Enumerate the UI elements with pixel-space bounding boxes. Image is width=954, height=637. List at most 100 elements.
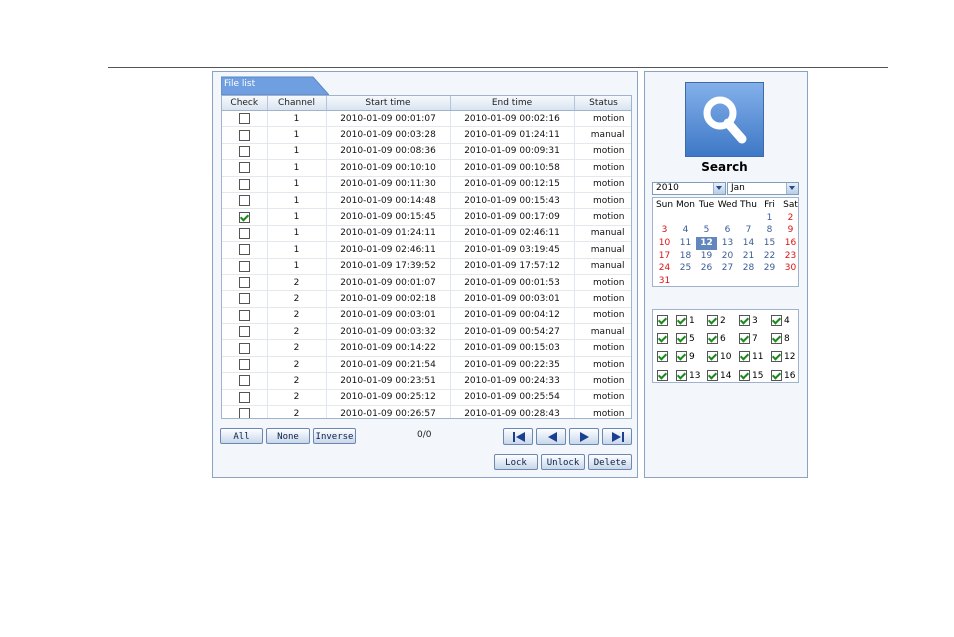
calendar-day[interactable]: 4 bbox=[675, 224, 696, 237]
table-row[interactable]: 2 2010-01-09 00:01:07 2010-01-09 00:01:53 m… bbox=[222, 274, 631, 292]
column-header[interactable]: Channel bbox=[267, 96, 327, 111]
calendar-day[interactable]: 6 bbox=[717, 224, 738, 237]
channel-4-checkbox[interactable]: 4 bbox=[771, 315, 790, 326]
checkbox[interactable] bbox=[739, 333, 750, 344]
row-checkbox[interactable] bbox=[238, 145, 250, 157]
first-page-button[interactable] bbox=[503, 428, 533, 445]
next-page-button[interactable] bbox=[569, 428, 599, 445]
calendar-day[interactable]: 26 bbox=[696, 262, 717, 275]
row-select-all-checkbox[interactable] bbox=[657, 315, 670, 326]
table-row[interactable]: 2 2010-01-09 00:26:57 2010-01-09 00:28:43 m… bbox=[222, 405, 631, 418]
month-select[interactable]: Jan bbox=[727, 182, 799, 195]
calendar-day[interactable]: 19 bbox=[696, 250, 717, 263]
row-select-all-checkbox[interactable] bbox=[657, 333, 670, 344]
calendar-day[interactable]: 12 bbox=[696, 237, 717, 250]
row-select-all-checkbox[interactable] bbox=[657, 370, 670, 381]
row-checkbox[interactable] bbox=[238, 162, 250, 174]
row-checkbox[interactable] bbox=[238, 309, 250, 321]
channel-12-checkbox[interactable]: 12 bbox=[771, 351, 795, 362]
table-row[interactable]: 1 2010-01-09 00:11:30 2010-01-09 00:12:15 m… bbox=[222, 176, 631, 193]
calendar-day[interactable]: 24 bbox=[654, 262, 675, 275]
calendar-day[interactable]: 10 bbox=[654, 237, 675, 250]
row-checkbox[interactable] bbox=[238, 277, 250, 289]
row-checkbox[interactable] bbox=[238, 293, 250, 305]
checkbox[interactable] bbox=[771, 315, 782, 326]
calendar-day[interactable]: 14 bbox=[738, 237, 759, 250]
table-row[interactable]: 1 2010-01-09 01:24:11 2010-01-09 02:46:11 m… bbox=[222, 225, 631, 243]
calendar-day[interactable]: 3 bbox=[654, 224, 675, 237]
table-row[interactable]: 1 2010-01-09 02:46:11 2010-01-09 03:19:45 m… bbox=[222, 241, 631, 259]
table-row[interactable]: 1 2010-01-09 00:03:28 2010-01-09 01:24:11 m… bbox=[222, 126, 631, 144]
calendar-day[interactable]: 22 bbox=[759, 250, 780, 263]
channel-6-checkbox[interactable]: 6 bbox=[707, 333, 726, 344]
calendar-day[interactable]: 17 bbox=[654, 250, 675, 263]
channel-5-checkbox[interactable]: 5 bbox=[676, 333, 695, 344]
column-header[interactable]: Start time bbox=[326, 96, 451, 111]
calendar-day[interactable]: 9 bbox=[780, 224, 801, 237]
checkbox[interactable] bbox=[707, 370, 718, 381]
table-row[interactable]: 2 2010-01-09 00:03:01 2010-01-09 00:04:12 m… bbox=[222, 307, 631, 325]
checkbox[interactable] bbox=[739, 315, 750, 326]
unlock-button[interactable]: Unlock bbox=[541, 454, 585, 470]
row-checkbox[interactable] bbox=[238, 342, 250, 354]
checkbox[interactable] bbox=[657, 315, 668, 326]
calendar-day[interactable]: 18 bbox=[675, 250, 696, 263]
table-row[interactable]: 2 2010-01-09 00:14:22 2010-01-09 00:15:03 m… bbox=[222, 339, 631, 357]
table-row[interactable]: 2 2010-01-09 00:02:18 2010-01-09 00:03:01 m… bbox=[222, 290, 631, 308]
checkbox[interactable] bbox=[676, 370, 687, 381]
calendar-day[interactable]: 21 bbox=[738, 250, 759, 263]
calendar-day[interactable]: 8 bbox=[759, 224, 780, 237]
calendar-day[interactable]: 20 bbox=[717, 250, 738, 263]
row-checkbox[interactable] bbox=[238, 195, 250, 207]
select-none-button[interactable]: None bbox=[266, 428, 310, 444]
channel-7-checkbox[interactable]: 7 bbox=[739, 333, 758, 344]
table-row[interactable]: 1 2010-01-09 00:15:45 2010-01-09 00:17:09 m… bbox=[222, 208, 631, 226]
calendar-day[interactable]: 28 bbox=[738, 262, 759, 275]
table-row[interactable]: 1 2010-01-09 00:10:10 2010-01-09 00:10:58 m… bbox=[222, 159, 631, 177]
column-header[interactable]: Check bbox=[222, 96, 268, 111]
checkbox[interactable] bbox=[739, 351, 750, 362]
channel-16-checkbox[interactable]: 16 bbox=[771, 370, 795, 381]
row-checkbox[interactable] bbox=[238, 326, 250, 338]
checkbox[interactable] bbox=[676, 333, 687, 344]
channel-10-checkbox[interactable]: 10 bbox=[707, 351, 731, 362]
checkbox[interactable] bbox=[707, 333, 718, 344]
channel-11-checkbox[interactable]: 11 bbox=[739, 351, 763, 362]
checkbox[interactable] bbox=[771, 351, 782, 362]
column-header[interactable]: End time bbox=[450, 96, 575, 111]
column-header[interactable]: Status bbox=[574, 96, 631, 111]
checkbox[interactable] bbox=[707, 351, 718, 362]
calendar-day[interactable]: 1 bbox=[759, 212, 780, 225]
channel-2-checkbox[interactable]: 2 bbox=[707, 315, 726, 326]
previous-page-button[interactable] bbox=[536, 428, 566, 445]
channel-15-checkbox[interactable]: 15 bbox=[739, 370, 763, 381]
calendar-day[interactable]: 25 bbox=[675, 262, 696, 275]
calendar-day[interactable]: 27 bbox=[717, 262, 738, 275]
table-row[interactable]: 1 2010-01-09 17:39:52 2010-01-09 17:57:12 m… bbox=[222, 258, 631, 275]
calendar-day[interactable]: 11 bbox=[675, 237, 696, 250]
channel-8-checkbox[interactable]: 8 bbox=[771, 333, 790, 344]
channel-9-checkbox[interactable]: 9 bbox=[676, 351, 695, 362]
calendar-day[interactable]: 13 bbox=[717, 237, 738, 250]
table-row[interactable]: 1 2010-01-09 00:14:48 2010-01-09 00:15:43 m… bbox=[222, 192, 631, 210]
checkbox[interactable] bbox=[657, 370, 668, 381]
row-checkbox[interactable] bbox=[238, 359, 250, 371]
table-row[interactable]: 2 2010-01-09 00:03:32 2010-01-09 00:54:27 m… bbox=[222, 323, 631, 341]
checkbox[interactable] bbox=[657, 351, 668, 362]
row-checkbox[interactable] bbox=[238, 260, 250, 272]
row-checkbox[interactable] bbox=[238, 227, 250, 239]
checkbox[interactable] bbox=[739, 370, 750, 381]
checkbox[interactable] bbox=[771, 333, 782, 344]
row-checkbox[interactable] bbox=[238, 178, 250, 190]
year-select[interactable]: 2010 bbox=[652, 182, 726, 195]
lock-button[interactable]: Lock bbox=[494, 454, 538, 470]
calendar-day[interactable]: 16 bbox=[780, 237, 801, 250]
select-all-button[interactable]: All bbox=[220, 428, 263, 444]
calendar-day[interactable]: 31 bbox=[654, 275, 675, 288]
channel-3-checkbox[interactable]: 3 bbox=[739, 315, 758, 326]
delete-button[interactable]: Delete bbox=[588, 454, 632, 470]
row-checkbox[interactable] bbox=[238, 113, 250, 125]
row-checkbox[interactable] bbox=[238, 391, 250, 403]
row-checkbox[interactable] bbox=[238, 244, 250, 256]
checkbox[interactable] bbox=[676, 351, 687, 362]
